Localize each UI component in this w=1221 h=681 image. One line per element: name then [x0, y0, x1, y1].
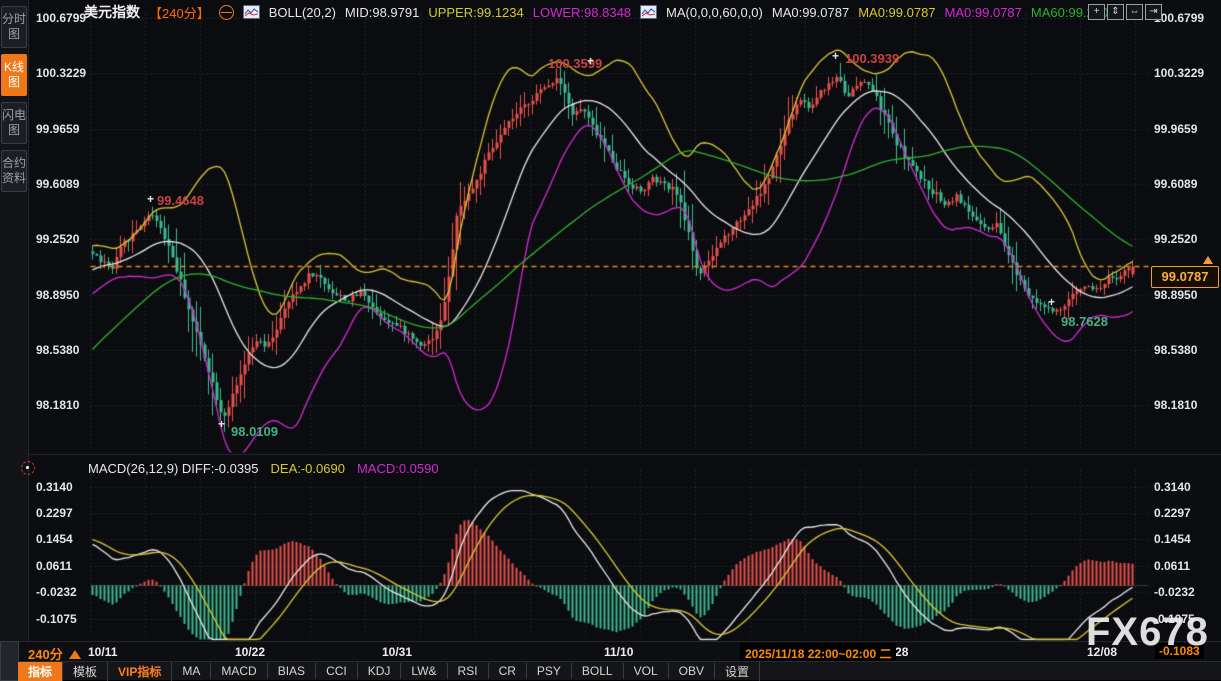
x-axis-date: 10/11 [88, 645, 117, 659]
period-tag: 【240分】 [149, 3, 210, 22]
macd-axis-label-right: 0.2297 [1154, 506, 1216, 520]
macd-axis-label-left: -0.1075 [36, 612, 77, 626]
toolbar-item-MACD[interactable]: MACD [211, 663, 267, 679]
collapse-indicator-icon[interactable] [219, 5, 234, 20]
ma-chart-icon[interactable] [640, 5, 657, 19]
indicator-legend: 美元指数 【240分】 BOLL(20,2) MID:98.9791 UPPER… [84, 3, 1115, 21]
current-price-badge: 99.0787 [1151, 266, 1219, 288]
toolbar-grip-icon[interactable] [0, 641, 19, 681]
ma0-value-1: MA0:99.0787 [772, 5, 849, 20]
macd-settings-icon[interactable] [21, 461, 35, 475]
time-axis: 240分 10/1110/2210/3111/1011/2812/082025/… [18, 641, 1221, 662]
toolbar-item-RSI[interactable]: RSI [448, 663, 489, 679]
price-axis-label-left: 98.8950 [36, 288, 79, 302]
price-axis-label-right: 99.2520 [1154, 232, 1216, 246]
macd-axis-label-right: 0.0611 [1154, 559, 1216, 573]
boll-mid-value: MID:98.9791 [345, 5, 419, 20]
extreme-price-annotation: 98.7628 [1061, 314, 1108, 329]
chart-window: 分时图 K线图闪电图合约资料 美元指数 【240分】 BOLL(20,2) MID… [0, 0, 1221, 679]
macd-axis-label-left: 0.2297 [36, 506, 73, 520]
chevron-up-icon [69, 650, 81, 659]
ma0-value-2: MA0:99.0787 [858, 5, 935, 20]
extreme-price-annotation: 100.3939 [845, 51, 899, 66]
macd-axis-label-left: 0.0611 [36, 559, 72, 573]
toolbar-item-CCI[interactable]: CCI [316, 663, 358, 679]
price-axis-label-left: 99.2520 [36, 232, 79, 246]
chart-tools: +⇕⇔⇥ [1088, 4, 1162, 20]
indicator-toolbar: 指标模板VIP指标MAMACDBIASCCIKDJLW&RSICRPSYBOLL… [18, 661, 1221, 680]
x-axis-date: 11/10 [604, 645, 633, 659]
boll-lower-value: LOWER:98.8348 [533, 5, 631, 20]
toolbar-item-BIAS[interactable]: BIAS [268, 663, 316, 679]
extreme-price-annotation: 99.4648 [157, 193, 204, 208]
boll-label: BOLL(20,2) [269, 5, 336, 20]
macd-diff-value: MACD(26,12,9) DIFF:-0.0395 [88, 461, 259, 476]
toolbar-item-OBV[interactable]: OBV [669, 663, 715, 679]
macd-macd-value: MACD:0.0590 [357, 461, 439, 476]
price-axis-label-right: 100.6799 [1154, 11, 1216, 25]
toolbar-item-指标[interactable]: 指标 [18, 662, 63, 681]
macd-axis-label-left: 0.3140 [36, 480, 73, 494]
macd-axis-label-left: 0.1454 [36, 532, 73, 546]
sidebar-tab-3[interactable]: 合约资料 [1, 150, 27, 192]
x-axis-date: 10/22 [235, 645, 265, 659]
move-icon[interactable]: + [1088, 4, 1105, 20]
toolbar-item-BOLL[interactable]: BOLL [572, 663, 624, 679]
expand-right-icon[interactable]: ⇥ [1145, 4, 1162, 20]
extreme-cross-marker: + [587, 54, 594, 68]
fit-width-icon[interactable]: ⇔ [1126, 4, 1143, 20]
toolbar-item-模板[interactable]: 模板 [63, 662, 108, 681]
extreme-cross-marker: + [218, 417, 225, 431]
price-axis-label-right: 100.3229 [1154, 66, 1216, 80]
toolbar-item-PSY[interactable]: PSY [527, 663, 572, 679]
fit-height-icon[interactable]: ⇕ [1107, 4, 1124, 20]
macd-axis-label-right: -0.1075 [1154, 612, 1216, 626]
price-marker-icon [1203, 256, 1213, 264]
toolbar-item-CR[interactable]: CR [489, 663, 527, 679]
toolbar-item-设置[interactable]: 设置 [715, 662, 760, 681]
toolbar-item-KDJ[interactable]: KDJ [358, 663, 402, 679]
toolbar-item-LW&[interactable]: LW& [401, 663, 447, 679]
macd-axis-label-left: -0.0232 [36, 585, 77, 599]
extreme-price-annotation: 100.3599 [548, 56, 602, 71]
price-axis-label-left: 100.6799 [36, 11, 86, 25]
macd-dea-value: DEA:-0.0690 [271, 461, 345, 476]
price-axis-label-right: 98.8950 [1154, 288, 1216, 302]
x-axis-date: 12/08 [1087, 645, 1117, 659]
ma-params-label: MA(0,0,0,60,0,0) [666, 5, 763, 20]
price-axis-label-left: 98.1810 [36, 398, 79, 412]
price-axis-label-right: 99.9659 [1154, 122, 1216, 136]
price-axis-label-left: 98.5380 [36, 343, 79, 357]
macd-axis-current-value: -0.1083 [1155, 643, 1204, 659]
toolbar-item-MA[interactable]: MA [172, 663, 211, 679]
macd-legend: MACD(26,12,9) DIFF:-0.0395 DEA:-0.0690 M… [88, 461, 439, 476]
price-axis-label-right: 99.6089 [1154, 177, 1216, 191]
symbol-title: 美元指数 [84, 2, 140, 22]
price-axis-label-left: 99.9659 [36, 122, 79, 136]
price-axis-label-left: 100.3229 [36, 66, 86, 80]
boll-chart-icon[interactable] [243, 5, 260, 19]
x-axis-date: 10/31 [382, 645, 412, 659]
price-axis-label-right: 98.5380 [1154, 343, 1216, 357]
chart-type-sidebar: 分时图 K线图闪电图合约资料 [0, 0, 29, 660]
macd-axis-label-right: 0.1454 [1154, 532, 1216, 546]
price-axis-label-right: 98.1810 [1154, 398, 1216, 412]
price-axis-label-left: 99.6089 [36, 177, 79, 191]
extreme-price-annotation: 98.0109 [231, 424, 278, 439]
toolbar-item-VOL[interactable]: VOL [624, 663, 669, 679]
sidebar-tab-1[interactable]: K线图 [1, 54, 27, 96]
sidebar-tab-0[interactable]: 分时图 [1, 6, 27, 48]
boll-upper-value: UPPER:99.1234 [428, 5, 523, 20]
ma0-value-3: MA0:99.0787 [945, 5, 1022, 20]
sidebar-tab-2[interactable]: 闪电图 [1, 102, 27, 144]
macd-axis-label-right: 0.3140 [1154, 480, 1216, 494]
extreme-cross-marker: + [147, 192, 154, 206]
toolbar-item-VIP指标[interactable]: VIP指标 [108, 662, 172, 681]
macd-axis-label-right: -0.0232 [1154, 585, 1216, 599]
price-macd-chart-canvas[interactable] [0, 0, 1221, 679]
extreme-cross-marker: + [1048, 295, 1055, 309]
extreme-cross-marker: + [832, 49, 839, 63]
